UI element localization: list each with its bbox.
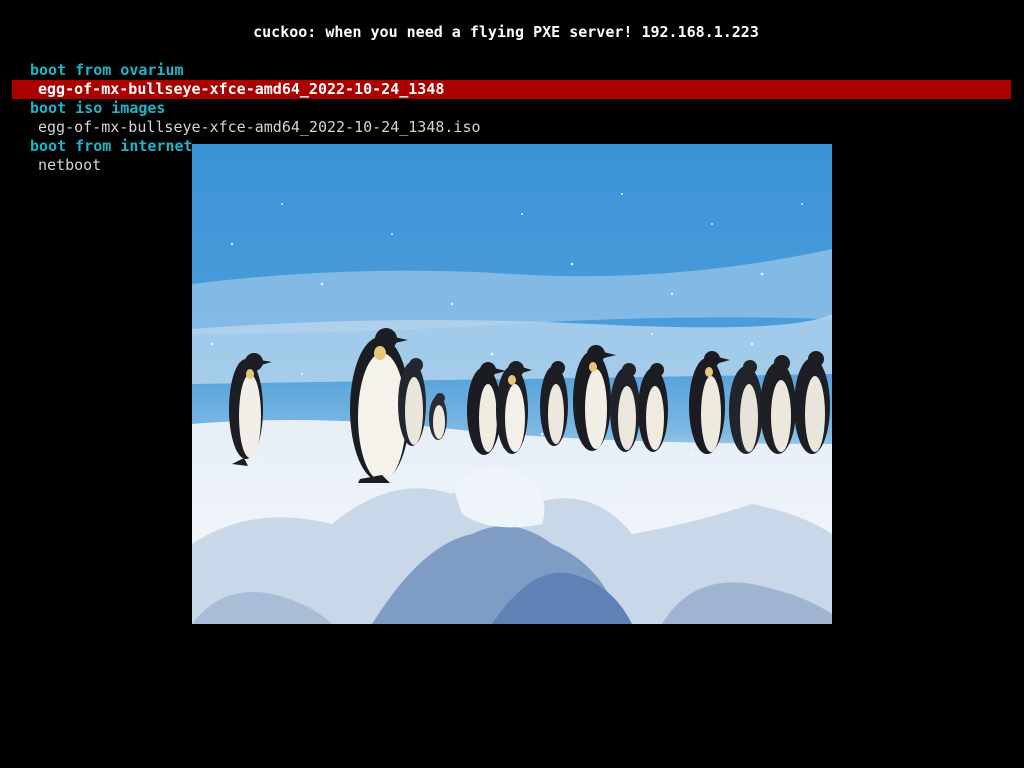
menu-header-iso-images: boot iso images [30,99,166,117]
menu-header-ovarium: boot from ovarium [30,61,184,79]
menu-entry-egg-selected[interactable]: egg-of-mx-bullseye-xfce-amd64_2022-10-24… [12,80,1011,99]
boot-menu-title: cuckoo: when you need a flying PXE serve… [253,23,759,41]
menu-entry-egg-iso[interactable]: egg-of-mx-bullseye-xfce-amd64_2022-10-24… [12,118,1011,137]
splash-image [192,144,832,624]
